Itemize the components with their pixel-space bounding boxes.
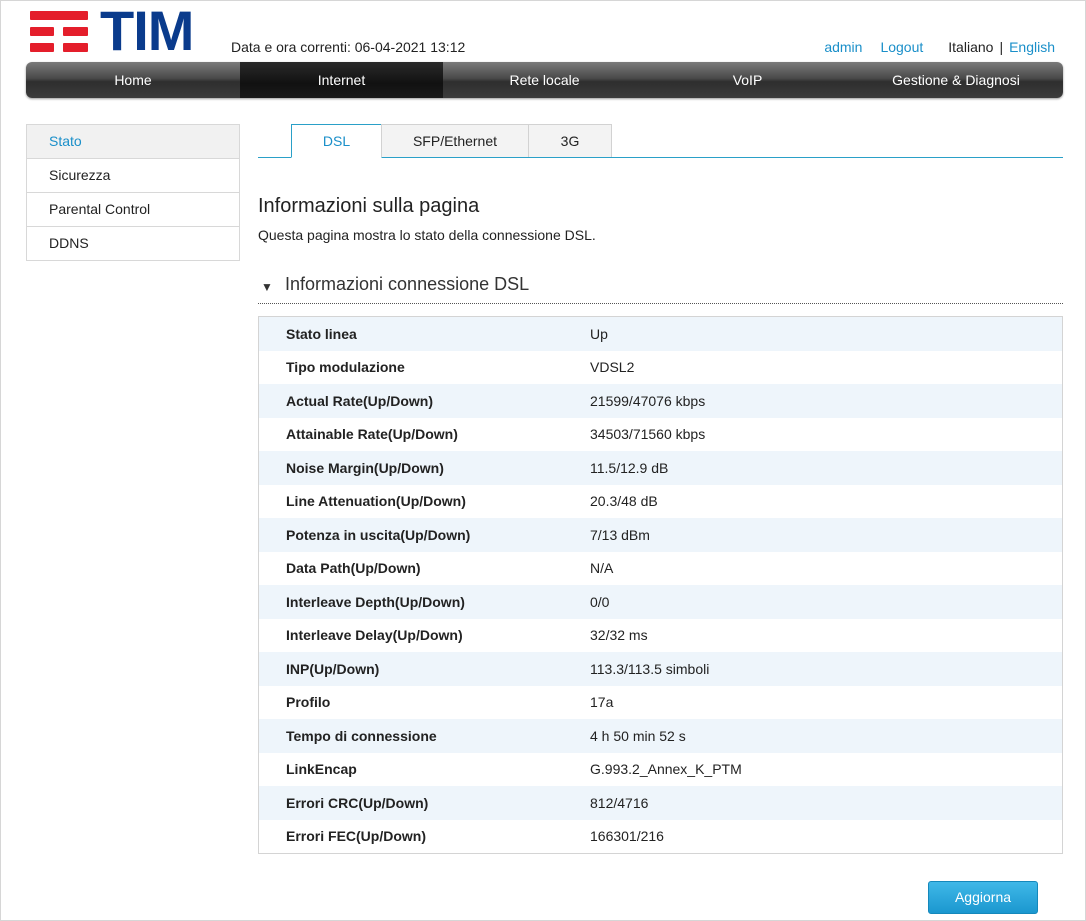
collapse-triangle-icon[interactable]: ▼ [261, 280, 273, 294]
sidebar-item-parental-control[interactable]: Parental Control [27, 192, 239, 226]
tab-3g[interactable]: 3G [528, 124, 612, 157]
table-row: Stato linea Up [259, 317, 1062, 351]
table-row: Interleave Depth(Up/Down) 0/0 [259, 585, 1062, 619]
table-row: Noise Margin(Up/Down) 11.5/12.9 dB [259, 451, 1062, 485]
row-value: 32/32 ms [590, 627, 648, 644]
row-key: INP(Up/Down) [286, 660, 380, 677]
sidebar-item-stato[interactable]: Stato [27, 125, 239, 158]
row-value: 0/0 [590, 593, 610, 610]
row-value: 20.3/48 dB [590, 493, 658, 510]
header-links: admin Logout Italiano | English [824, 39, 1055, 55]
row-value: 34503/71560 kbps [590, 426, 706, 443]
row-key: Errori FEC(Up/Down) [286, 828, 426, 845]
table-row: Actual Rate(Up/Down) 21599/47076 kbps [259, 384, 1062, 418]
section-title: Informazioni connessione DSL [285, 274, 530, 294]
row-key: Noise Margin(Up/Down) [286, 459, 444, 476]
nav-rete-locale[interactable]: Rete locale [443, 62, 646, 98]
row-key: Stato linea [286, 325, 357, 342]
table-row: Line Attenuation(Up/Down) 20.3/48 dB [259, 484, 1062, 518]
tab-sfp-ethernet[interactable]: SFP/Ethernet [381, 124, 529, 157]
row-key: Interleave Depth(Up/Down) [286, 593, 465, 610]
row-value: 21599/47076 kbps [590, 392, 706, 409]
row-key: Profilo [286, 694, 331, 711]
table-row: Errori CRC(Up/Down) 812/4716 [259, 786, 1062, 820]
table-row: Data Path(Up/Down) N/A [259, 551, 1062, 585]
row-value: G.993.2_Annex_K_PTM [590, 761, 742, 778]
table-row: Errori FEC(Up/Down) 166301/216 [259, 819, 1062, 853]
sidebar: Stato Sicurezza Parental Control DDNS [26, 124, 240, 261]
language-italiano[interactable]: Italiano [948, 39, 993, 55]
row-value: 166301/216 [590, 828, 664, 845]
tim-logo-text: TIM [100, 0, 194, 62]
nav-gestione-diagnosi[interactable]: Gestione & Diagnosi [849, 62, 1063, 98]
row-key: Tempo di connessione [286, 727, 437, 744]
sidebar-item-sicurezza[interactable]: Sicurezza [27, 158, 239, 192]
table-row: LinkEncap G.993.2_Annex_K_PTM [259, 752, 1062, 786]
tim-logo-bars-icon [30, 9, 92, 53]
row-value: N/A [590, 560, 614, 577]
row-key: Interleave Delay(Up/Down) [286, 627, 463, 644]
tim-logo: TIM [30, 3, 214, 59]
row-value: 7/13 dBm [590, 526, 650, 543]
current-datetime: Data e ora correnti: 06-04-2021 13:12 [231, 39, 466, 55]
row-key: Errori CRC(Up/Down) [286, 794, 429, 811]
row-value: 4 h 50 min 52 s [590, 727, 686, 744]
row-value: 812/4716 [590, 794, 649, 811]
admin-user-link[interactable]: admin [824, 39, 862, 55]
tab-dsl[interactable]: DSL [291, 124, 382, 158]
refresh-button[interactable]: Aggiorna [928, 881, 1038, 914]
tab-bar: DSL SFP/Ethernet 3G [258, 124, 1063, 158]
row-key: Data Path(Up/Down) [286, 560, 421, 577]
nav-voip[interactable]: VoIP [646, 62, 849, 98]
row-value: 113.3/113.5 simboli [590, 660, 710, 677]
sidebar-item-ddns[interactable]: DDNS [27, 226, 239, 260]
row-key: Attainable Rate(Up/Down) [286, 426, 458, 443]
dsl-info-table: Stato linea Up Tipo modulazione VDSL2 Actu… [258, 316, 1063, 854]
nav-internet[interactable]: Internet [240, 62, 443, 98]
table-row: Profilo 17a [259, 685, 1062, 719]
row-value: VDSL2 [590, 359, 635, 376]
table-row: Tempo di connessione 4 h 50 min 52 s [259, 719, 1062, 753]
row-value: 17a [590, 694, 614, 711]
table-row: Attainable Rate(Up/Down) 34503/71560 kbps [259, 417, 1062, 451]
language-english-link[interactable]: English [1009, 39, 1055, 55]
table-row: Potenza in uscita(Up/Down) 7/13 dBm [259, 518, 1062, 552]
row-value: 11.5/12.9 dB [590, 459, 669, 476]
logout-link[interactable]: Logout [880, 39, 923, 55]
row-key: Tipo modulazione [286, 359, 405, 376]
section-header-dsl[interactable]: ▼ Informazioni connessione DSL [258, 272, 1063, 304]
main-nav: Home Internet Rete locale VoIP Gestione … [26, 62, 1063, 98]
nav-home[interactable]: Home [26, 62, 240, 98]
table-row: INP(Up/Down) 113.3/113.5 simboli [259, 652, 1062, 686]
row-value: Up [590, 325, 608, 342]
page-title: Informazioni sulla pagina [258, 195, 480, 217]
row-key: Actual Rate(Up/Down) [286, 392, 433, 409]
language-separator: | [999, 39, 1004, 55]
row-key: LinkEncap [286, 761, 357, 778]
row-key: Line Attenuation(Up/Down) [286, 493, 466, 510]
table-row: Tipo modulazione VDSL2 [259, 350, 1062, 384]
page-description: Questa pagina mostra lo stato della conn… [258, 227, 596, 243]
row-key: Potenza in uscita(Up/Down) [286, 526, 471, 543]
table-row: Interleave Delay(Up/Down) 32/32 ms [259, 618, 1062, 652]
